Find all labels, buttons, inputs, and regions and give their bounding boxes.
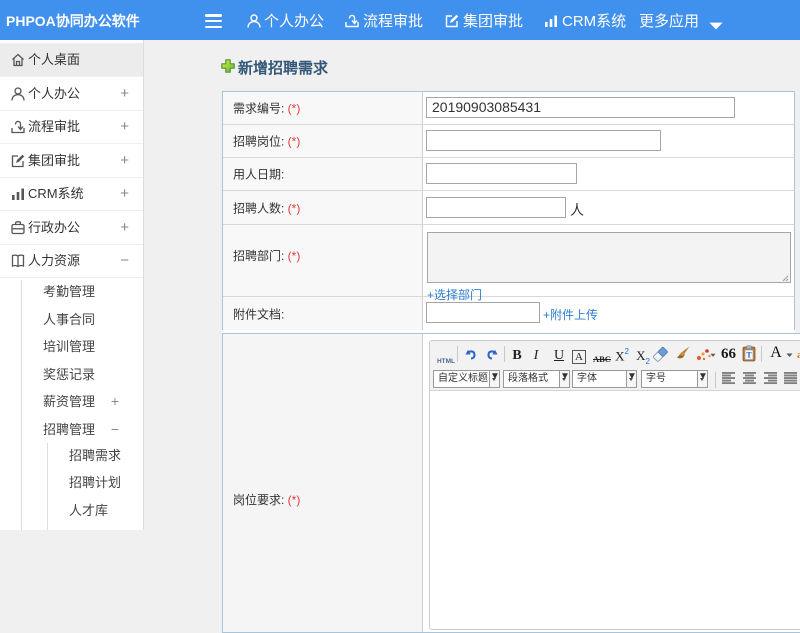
svg-text:T: T: [746, 351, 752, 360]
